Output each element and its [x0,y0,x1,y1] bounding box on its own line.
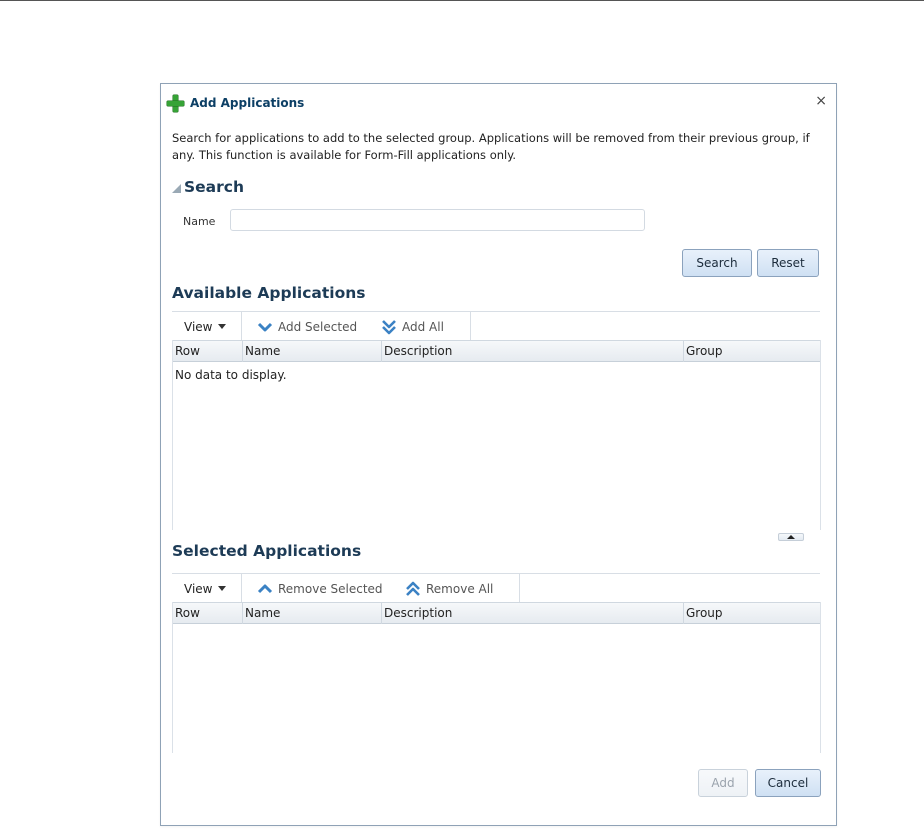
cancel-button[interactable]: Cancel [755,769,821,797]
add-selected-label: Add Selected [278,319,358,334]
add-applications-dialog: Add Applications × Search for applicatio… [160,83,837,826]
table-header: Row Name Description Group [173,340,820,362]
add-all-button[interactable]: Add All [381,312,444,341]
chevron-down-icon [257,322,273,331]
caret-down-icon [218,586,227,591]
toolbar-divider [241,312,242,341]
search-heading: Search [184,178,245,196]
column-name[interactable]: Name [243,341,382,362]
name-label: Name [183,215,216,228]
toolbar-divider [519,574,520,603]
column-group[interactable]: Group [684,603,820,624]
close-icon[interactable]: × [815,94,827,108]
toolbar-divider [470,312,471,341]
dialog-title-bar: Add Applications [167,94,304,112]
reset-button[interactable]: Reset [757,249,819,277]
column-group[interactable]: Group [684,341,820,362]
dialog-title: Add Applications [190,96,305,110]
add-all-label: Add All [402,319,444,334]
add-selected-button[interactable]: Add Selected [257,312,357,341]
caret-down-icon [218,324,227,329]
available-applications-table: Row Name Description Group No data to di… [172,340,821,530]
remove-all-label: Remove All [426,581,494,596]
double-chevron-up-icon [406,581,420,596]
toolbar-divider [241,574,242,603]
view-menu[interactable]: View [184,312,227,341]
search-button[interactable]: Search [682,249,752,277]
dialog-description: Search for applications to add to the se… [172,131,810,162]
name-input[interactable] [230,209,645,231]
empty-table-message: No data to display. [175,368,287,382]
available-applications-heading: Available Applications [172,284,366,302]
add-button[interactable]: Add [698,769,748,797]
selected-applications-table: Row Name Description Group [172,602,821,753]
table-header: Row Name Description Group [173,602,820,624]
chevron-up-icon [257,584,273,593]
remove-selected-button[interactable]: Remove Selected [257,574,383,603]
plus-icon [167,94,184,112]
panel-splitter-toggle[interactable] [778,533,804,541]
selected-toolbar: View Remove Selected Remove All [172,573,820,603]
column-name[interactable]: Name [243,603,382,624]
double-chevron-down-icon [382,319,396,334]
view-label: View [184,581,213,596]
view-menu[interactable]: View [184,574,227,603]
column-description[interactable]: Description [382,341,684,362]
page-top-rule [0,0,924,1]
search-section-header[interactable]: Search [172,178,244,196]
view-label: View [184,319,213,334]
remove-all-button[interactable]: Remove All [405,574,493,603]
column-row[interactable]: Row [173,603,243,624]
available-toolbar: View Add Selected Add All [172,311,820,341]
remove-selected-label: Remove Selected [278,581,383,596]
selected-applications-heading: Selected Applications [172,542,362,560]
column-row[interactable]: Row [173,341,243,362]
collapse-triangle-icon[interactable] [172,183,181,193]
column-description[interactable]: Description [382,603,684,624]
